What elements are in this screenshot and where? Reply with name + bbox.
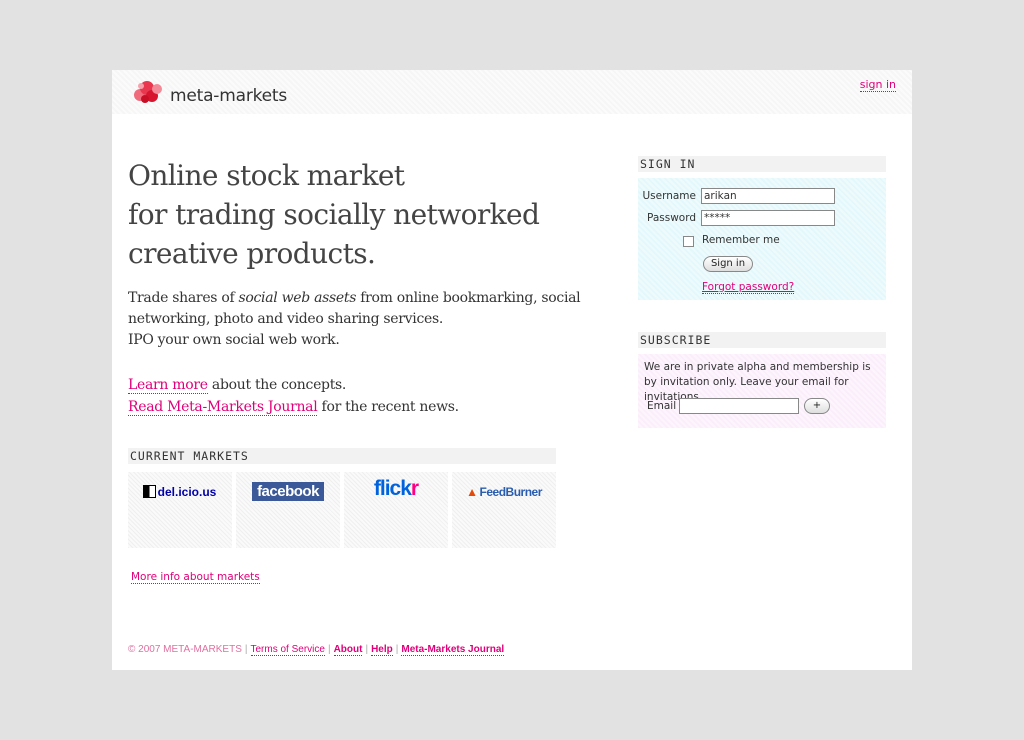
intro-paragraph: Trade shares of social web assets from o… — [128, 288, 598, 330]
current-markets-section: CURRENT MARKETS del.icio.us facebook fli… — [128, 448, 556, 548]
delicious-square-icon — [142, 485, 156, 498]
learn-more-suffix: about the concepts. — [207, 377, 347, 393]
email-label: Email — [647, 400, 677, 412]
footer-journal-link[interactable]: Meta-Markets Journal — [401, 644, 505, 656]
delicious-logo-text: del.icio.us — [142, 485, 217, 499]
remember-me-label: Remember me — [702, 234, 780, 246]
password-label: Password — [646, 212, 696, 224]
journal-line: Read Meta-Markets Journal for the recent… — [128, 396, 598, 418]
sign-in-form: Username arikan Password ***** Remember … — [638, 178, 886, 300]
delicious-logo: del.icio.us — [128, 481, 232, 500]
forgot-password-link[interactable]: Forgot password? — [702, 281, 795, 294]
market-tile-delicious[interactable]: del.icio.us — [128, 472, 232, 548]
footer-help-link[interactable]: Help — [371, 644, 393, 656]
more-markets-link[interactable]: More info about markets — [131, 571, 260, 584]
facebook-name: facebook — [252, 482, 324, 501]
footer-separator: | — [365, 644, 369, 655]
footer: © 2007 META-MARKETS | Terms of Service | Abo… — [128, 644, 505, 656]
subscribe-panel: SUBSCRIBE We are in private alpha and me… — [638, 332, 886, 428]
footer-about-link[interactable]: About — [333, 644, 363, 656]
delicious-name: del.icio.us — [157, 485, 217, 499]
headline-line-3: creative products. — [128, 237, 376, 270]
current-markets-title: CURRENT MARKETS — [128, 448, 556, 464]
headline-line-1: Online stock market — [128, 159, 405, 192]
sign-in-title: SIGN IN — [638, 156, 886, 172]
flickr-name-pink: r — [410, 477, 419, 500]
market-tile-facebook[interactable]: facebook — [236, 472, 340, 548]
subscribe-title: SUBSCRIBE — [638, 332, 886, 348]
market-tile-feedburner[interactable]: ▲ FeedBurner — [452, 472, 556, 548]
journal-suffix: for the recent news. — [317, 399, 460, 415]
feedburner-logo: ▲ FeedBurner — [452, 481, 556, 500]
page-headline: Online stock market for trading socially… — [128, 156, 598, 273]
feedburner-name: FeedBurner — [479, 485, 543, 499]
learn-more-line: Learn more about the concepts. — [128, 374, 598, 396]
journal-link[interactable]: Read Meta-Markets Journal — [128, 399, 318, 416]
password-input[interactable]: ***** — [701, 210, 835, 226]
page: meta-markets sign in Online stock market… — [112, 70, 912, 670]
facebook-logo: facebook — [236, 481, 340, 501]
intro-text: Trade shares of social web assets from o… — [128, 288, 598, 351]
flickr-name: flickr — [373, 477, 419, 500]
headline-line-2: for trading socially networked — [128, 198, 540, 231]
footer-separator: | — [327, 644, 331, 655]
sign-in-button[interactable]: Sign in — [703, 256, 753, 272]
email-input[interactable] — [679, 398, 799, 414]
username-label: Username — [642, 190, 696, 202]
logo-text: meta-markets — [170, 86, 288, 106]
learn-more-link[interactable]: Learn more — [128, 377, 208, 394]
logo-dots-icon — [134, 81, 162, 103]
subscribe-form: We are in private alpha and membership i… — [638, 354, 886, 428]
footer-copyright: © 2007 META-MARKETS — [128, 644, 242, 655]
header: meta-markets sign in — [112, 70, 912, 114]
footer-separator: | — [244, 644, 248, 655]
footer-separator: | — [395, 644, 399, 655]
intro-emphasis: social web assets — [238, 290, 357, 306]
sign-in-panel: SIGN IN Username arikan Password ***** R… — [638, 156, 886, 300]
header-sign-in-link[interactable]: sign in — [859, 78, 896, 92]
subscribe-button[interactable]: + — [804, 398, 830, 414]
intro-links: Learn more about the concepts. Read Meta… — [128, 374, 598, 418]
flickr-name-blue: flick — [373, 477, 412, 500]
market-grid: del.icio.us facebook flickr ▲ FeedBurner — [128, 472, 556, 548]
intro-ipo-line: IPO your own social web work. — [128, 332, 340, 348]
feedburner-flame-icon: ▲ — [466, 485, 478, 499]
feedburner-logo-text: ▲ FeedBurner — [466, 485, 542, 499]
flickr-logo: flickr — [344, 477, 448, 501]
market-tile-flickr[interactable]: flickr — [344, 472, 448, 548]
intro-part-1: Trade shares of — [128, 290, 239, 306]
username-input[interactable]: arikan — [701, 188, 835, 204]
remember-me-checkbox[interactable] — [683, 236, 694, 247]
footer-terms-link[interactable]: Terms of Service — [250, 644, 325, 656]
